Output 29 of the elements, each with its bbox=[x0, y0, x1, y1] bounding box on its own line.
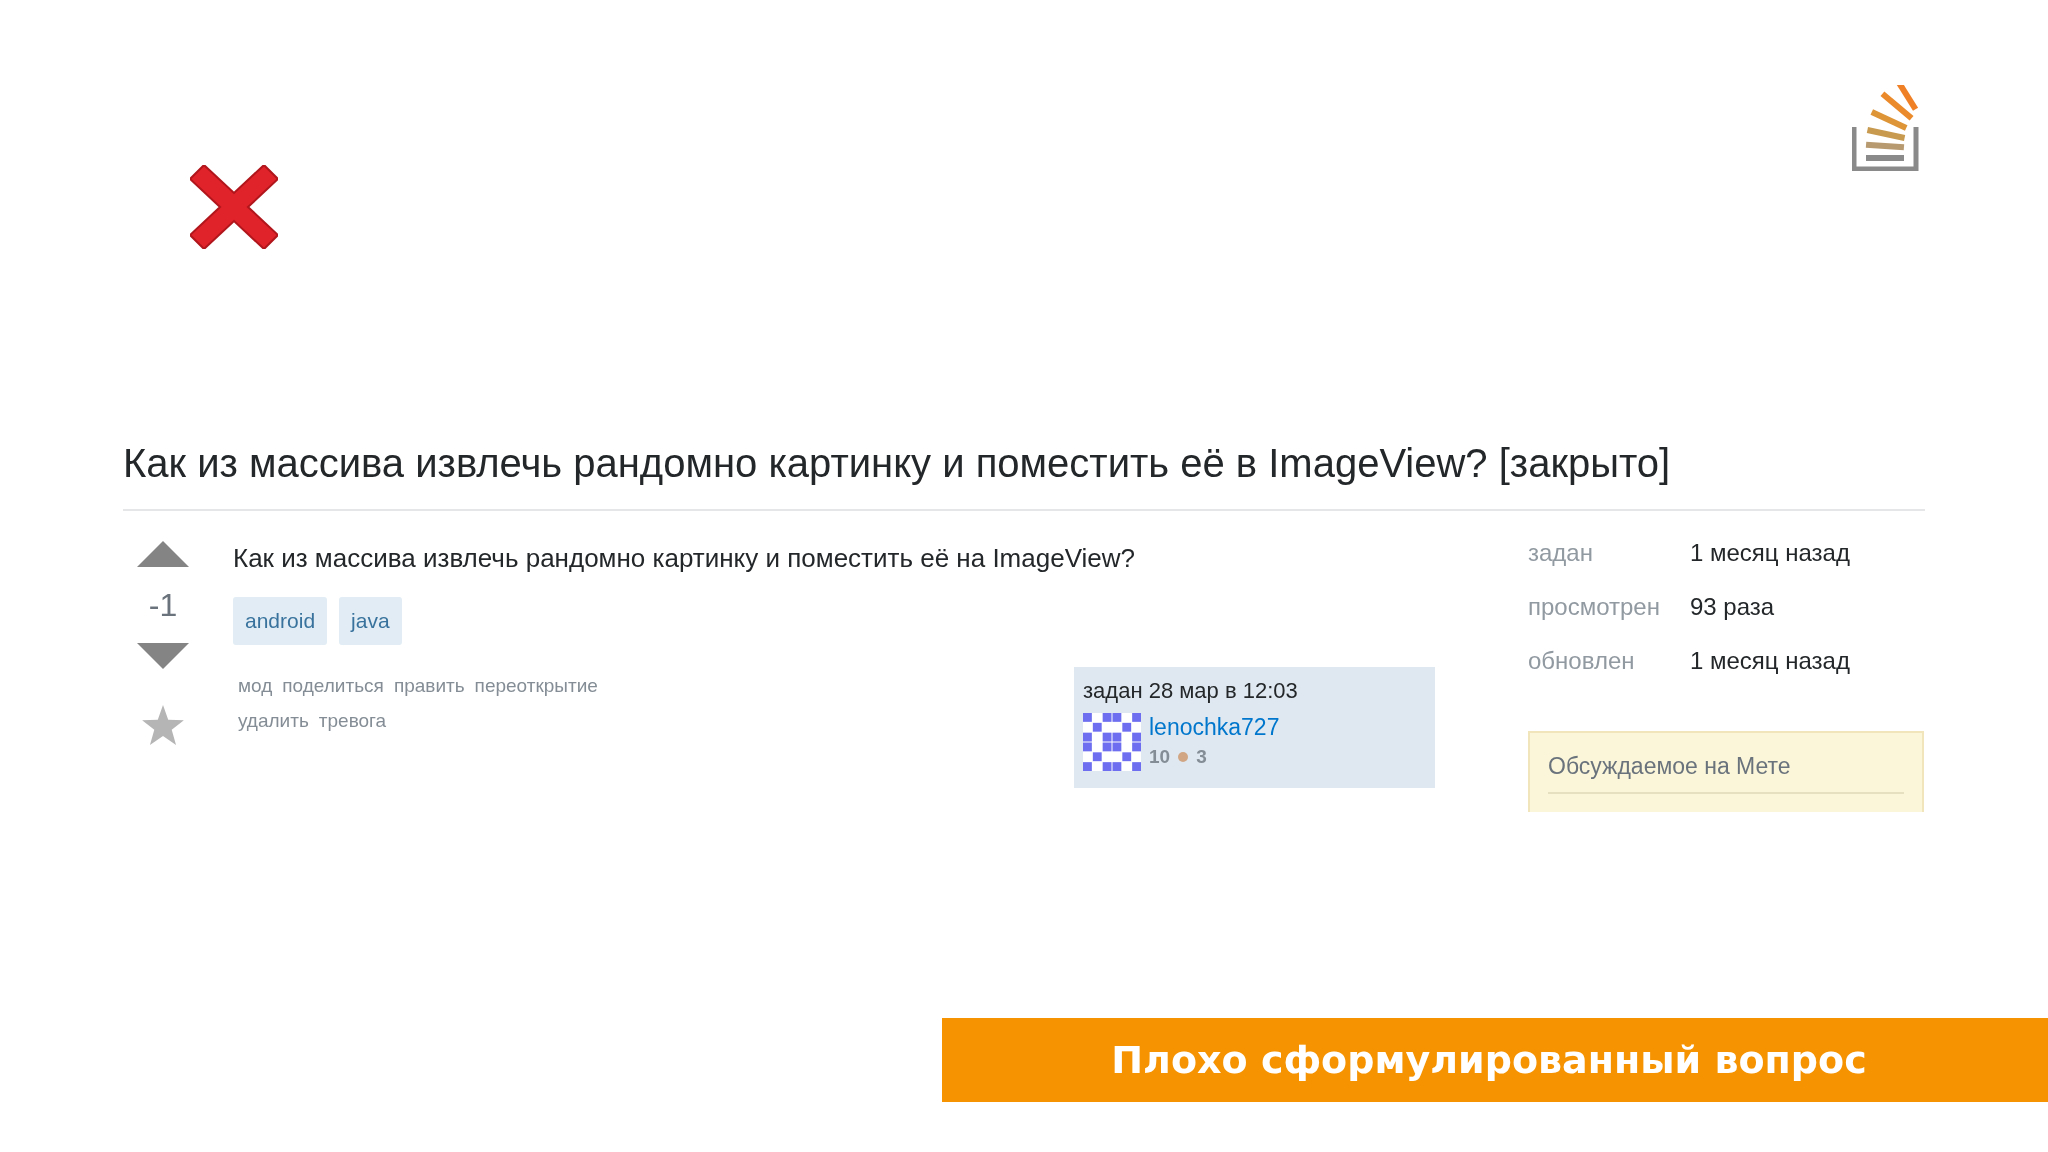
user-name-link[interactable]: lenochka727 bbox=[1149, 712, 1280, 741]
avatar-icon bbox=[1083, 712, 1141, 771]
vote-count: -1 bbox=[148, 586, 178, 625]
stat-label: обновлен bbox=[1528, 646, 1636, 676]
meta-panel-title: Обсуждаемое на Мете bbox=[1548, 753, 1791, 779]
post-action-link[interactable]: переоткрытие bbox=[474, 672, 598, 698]
downvote-arrow-icon[interactable] bbox=[137, 643, 189, 669]
stat-value: 1 месяц назад bbox=[1690, 538, 1850, 568]
post-action-link[interactable]: поделиться bbox=[282, 672, 384, 698]
stat-label: задан bbox=[1528, 538, 1594, 568]
upvote-arrow-icon[interactable] bbox=[137, 541, 189, 567]
post-action-link[interactable]: мод bbox=[238, 672, 273, 698]
badge-count: 3 bbox=[1196, 744, 1207, 769]
stat-value: 1 месяц назад bbox=[1690, 646, 1850, 676]
reputation-score: 10 bbox=[1149, 744, 1171, 769]
stack-logo-icon bbox=[1852, 85, 1920, 171]
post-action-link[interactable]: тревога bbox=[318, 707, 387, 733]
asked-date: задан 28 мар в 12:03 bbox=[1083, 676, 1299, 705]
stat-value: 93 раза bbox=[1690, 592, 1775, 622]
close-icon bbox=[190, 165, 278, 249]
tag-link[interactable]: android bbox=[233, 597, 328, 645]
question-title: Как из массива извлечь рандомно картинку и поместить её в ImageView? [закрыто] bbox=[123, 440, 1672, 487]
post-action-link[interactable]: править bbox=[393, 672, 465, 698]
question-summary: Как из массива извлечь рандомно картинку и поместить её на ImageView? bbox=[233, 542, 1136, 575]
star-icon[interactable] bbox=[142, 705, 184, 745]
stat-label: просмотрен bbox=[1528, 592, 1661, 622]
post-action-link[interactable]: удалить bbox=[238, 707, 309, 733]
caption-text: Плохо сформулированный вопрос bbox=[1111, 1036, 1867, 1084]
tag-link[interactable]: java bbox=[339, 597, 402, 645]
